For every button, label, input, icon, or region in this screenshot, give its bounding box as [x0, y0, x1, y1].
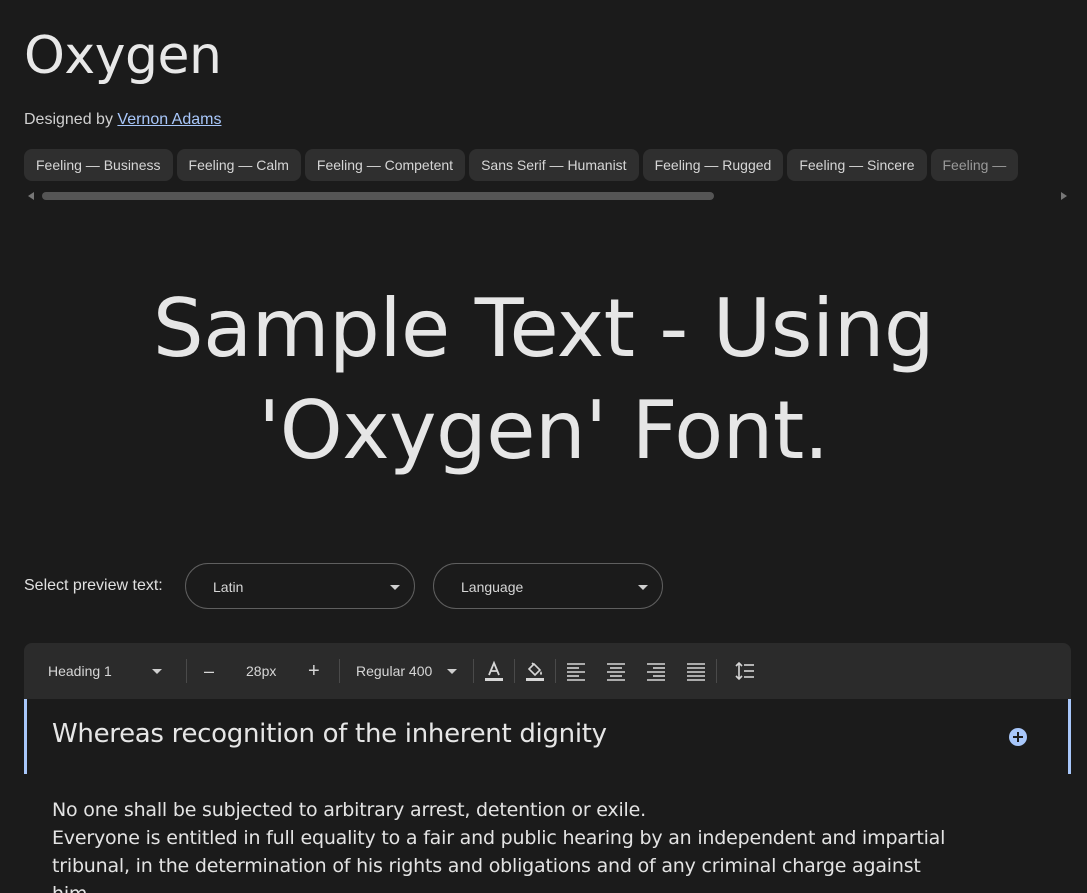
font-weight-value: Regular 400	[356, 663, 433, 679]
sample-text-preview: Sample Text - Using 'Oxygen' Font.	[0, 278, 1087, 482]
scroll-right-icon[interactable]	[1061, 192, 1067, 200]
align-center-icon[interactable]	[605, 660, 627, 682]
paragraph[interactable]: Everyone is entitled in full equality to…	[52, 824, 952, 893]
increase-size-button[interactable]: +	[308, 643, 320, 699]
chevron-down-icon	[638, 585, 648, 590]
language-select-value: Language	[461, 579, 524, 595]
font-size-value[interactable]: 28px	[246, 643, 276, 699]
highlight-color-icon[interactable]	[524, 660, 546, 682]
block-style-value: Heading 1	[48, 663, 112, 679]
toolbar-divider	[473, 659, 474, 683]
chevron-down-icon	[152, 669, 162, 674]
tag-chip[interactable]: Feeling — Competent	[304, 149, 466, 181]
tag-chip[interactable]: Sans Serif — Humanist	[469, 149, 639, 181]
chevron-down-icon	[447, 669, 457, 674]
tag-chip[interactable]: Feeling — Sincere	[787, 149, 927, 181]
toolbar-divider	[514, 659, 515, 683]
text-editor[interactable]: Whereas recognition of the inherent dign…	[24, 699, 1071, 893]
language-select[interactable]: Language	[433, 563, 663, 609]
toolbar-divider	[716, 659, 717, 683]
tag-chip-list: Feeling — Business Feeling — Calm Feeling …	[24, 149, 1087, 181]
align-left-icon[interactable]	[565, 660, 587, 682]
sample-line: 'Oxygen' Font.	[258, 384, 829, 477]
tag-chip[interactable]: Feeling — Rugged	[642, 149, 784, 181]
editor-toolbar: Heading 1 – 28px + Regular 400	[24, 643, 1071, 699]
paragraph[interactable]: No one shall be subjected to arbitrary a…	[52, 796, 952, 824]
active-heading-block[interactable]: Whereas recognition of the inherent dign…	[24, 699, 1071, 774]
block-style-select[interactable]: Heading 1	[48, 643, 168, 699]
toolbar-divider	[555, 659, 556, 683]
scroll-thumb[interactable]	[42, 192, 714, 200]
designer-prefix: Designed by	[24, 111, 113, 128]
font-title: Oxygen	[24, 26, 222, 86]
heading-text[interactable]: Whereas recognition of the inherent dign…	[52, 719, 607, 749]
font-weight-select[interactable]: Regular 400	[356, 643, 466, 699]
font-specimen-page: Oxygen Designed by Vernon Adams Feeling …	[0, 0, 1087, 893]
script-select-value: Latin	[213, 579, 244, 595]
tag-scrollbar[interactable]	[24, 189, 1071, 203]
toolbar-divider	[186, 659, 187, 683]
decrease-size-button[interactable]: –	[204, 643, 214, 699]
script-select[interactable]: Latin	[185, 563, 415, 609]
designer-line: Designed by Vernon Adams	[24, 111, 221, 129]
tag-chip[interactable]: Feeling — Business	[24, 149, 173, 181]
line-height-icon[interactable]	[734, 660, 756, 682]
sample-line: Sample Text - Using	[152, 282, 935, 375]
text-color-icon[interactable]	[483, 660, 505, 682]
tag-chip[interactable]: Feeling —	[930, 149, 1019, 181]
designer-link[interactable]: Vernon Adams	[117, 111, 221, 128]
paragraph-block[interactable]: No one shall be subjected to arbitrary a…	[52, 796, 952, 893]
toolbar-divider	[339, 659, 340, 683]
add-block-icon[interactable]	[1008, 727, 1028, 747]
align-right-icon[interactable]	[645, 660, 667, 682]
preview-text-label: Select preview text:	[24, 577, 163, 594]
chevron-down-icon	[390, 585, 400, 590]
tag-chip[interactable]: Feeling — Calm	[176, 149, 301, 181]
align-justify-icon[interactable]	[685, 660, 707, 682]
scroll-left-icon[interactable]	[28, 192, 34, 200]
